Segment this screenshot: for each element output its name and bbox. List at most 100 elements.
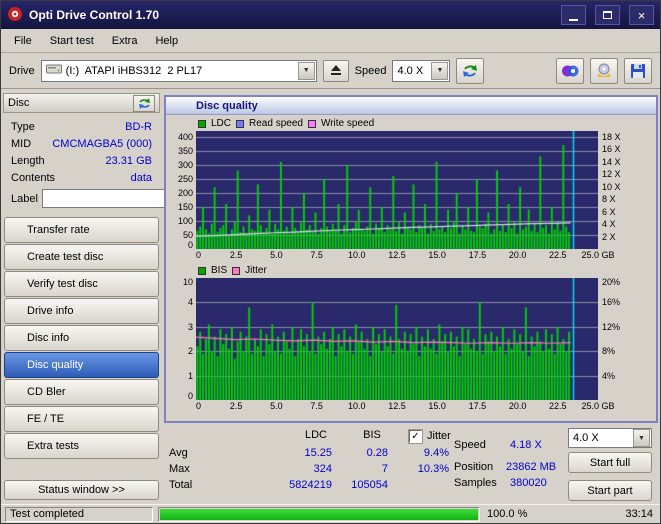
max-ldc-value: 324 <box>313 463 332 475</box>
check-icon: ✓ <box>411 430 420 442</box>
disc-burn-button[interactable] <box>590 57 618 84</box>
total-row-label: Total <box>169 479 193 491</box>
speed-stat-value: 4.18 X <box>510 439 542 451</box>
minimize-button[interactable] <box>561 5 586 25</box>
axis-tick-label: 4 X <box>602 219 616 230</box>
position-stat-label: Position <box>454 461 494 473</box>
sidebar-item-create-test-disc[interactable]: Create test disc <box>4 244 159 270</box>
disc-refresh-button[interactable] <box>133 94 155 112</box>
avg-jitter-value: 9.4% <box>423 447 449 459</box>
menu-help[interactable]: Help <box>146 31 187 51</box>
axis-tick-label: 15.0 <box>428 250 446 260</box>
max-jitter-value: 10.3% <box>417 463 449 475</box>
bottom-chart-legend: BIS Jitter <box>198 264 656 277</box>
drive-icon <box>45 64 62 77</box>
axis-tick-label: 22.5 <box>549 401 567 411</box>
sidebar-item-fe-te[interactable]: FE / TE <box>4 406 159 432</box>
speed-stat-label: Speed <box>454 439 486 451</box>
menu-extra[interactable]: Extra <box>103 31 147 51</box>
save-button[interactable] <box>624 57 652 84</box>
axis-tick-label: 10.0 <box>348 401 366 411</box>
disc-info: Type BD-R MID CMCMAGBA5 (000) Length 23.… <box>3 113 212 210</box>
disc-compare-button[interactable] <box>556 57 584 84</box>
disc-panel-header: Disc <box>3 93 160 113</box>
axis-tick-label: 20.0 <box>508 250 527 260</box>
close-button[interactable]: × <box>629 5 654 25</box>
axis-tick-label: 14 X <box>602 156 621 167</box>
axis-tick-label: 8% <box>602 346 616 357</box>
label-row: Label <box>11 189 212 208</box>
app-icon <box>7 6 23 25</box>
statusbar: Test completed 100.0 % 33:14 <box>1 504 660 523</box>
axis-tick-label: 12.5 <box>388 401 406 411</box>
drive-select[interactable]: (I:) ATAPI iHBS312 2 PL17 ▼ <box>40 59 317 82</box>
axis-tick-label: 200 <box>177 187 193 198</box>
axis-tick-label: 8 X <box>602 194 616 205</box>
speed-select-value: 4.0 X <box>397 64 424 77</box>
position-stat-value: 23862 MB <box>506 461 557 473</box>
avg-bis-value: 0.28 <box>366 447 388 459</box>
progress-percent: 100.0 % <box>487 508 528 520</box>
toolbar: Drive (I:) ATAPI iHBS312 2 PL17 ▼ Speed … <box>1 53 660 89</box>
ldc-chart-canvas <box>196 131 598 249</box>
axis-tick-label: 25.0 GB <box>581 250 615 260</box>
speed-select[interactable]: 4.0 X ▼ <box>392 59 451 82</box>
jitter-legend-label: Jitter <box>245 265 267 276</box>
top-chart-x-axis: 0 2.5 5.0 7.5 10.0 12.5 15.0 17.5 20.0 22.5 25.0 G… <box>196 249 615 262</box>
axis-tick-label: 6 X <box>602 206 616 217</box>
refresh-button[interactable] <box>456 57 485 84</box>
axis-tick-label: 17.5 <box>468 250 487 260</box>
start-full-button[interactable]: Start full <box>568 452 652 473</box>
menu-start-test[interactable]: Start test <box>41 31 103 51</box>
sidebar-item-cd-bler[interactable]: CD Bler <box>4 379 159 405</box>
info-label: Type <box>11 120 35 133</box>
axis-tick-label: 2 <box>187 346 193 357</box>
axis-tick-label: 2 X <box>602 231 616 242</box>
eject-button[interactable] <box>322 59 349 82</box>
chevron-down-icon: ▼ <box>633 429 650 447</box>
axis-tick-label: 10 X <box>602 181 621 192</box>
info-label: MID <box>11 137 32 150</box>
samples-stat-value: 380020 <box>510 477 547 489</box>
speed-label: Speed <box>354 64 387 77</box>
bottom-chart-left-axis: 10 4 3 2 1 0 <box>166 277 196 401</box>
bis-jitter-chart-canvas <box>196 278 598 400</box>
info-value: BD-R <box>125 120 152 133</box>
sidebar-item-disc-quality[interactable]: Disc quality <box>4 352 159 378</box>
sidebar: Disc Type BD-R MID CMCMAGBA5 (000) Lengt… <box>1 89 212 506</box>
jitter-checkbox-label: Jitter <box>427 430 451 442</box>
axis-tick-label: 12 X <box>602 169 621 180</box>
app-window: Opti Drive Control 1.70 × File Start tes… <box>0 0 661 524</box>
jitter-checkbox[interactable]: ✓ <box>408 429 423 444</box>
bottom-chart-row: 10 4 3 2 1 0 20% 16% 12% 8% 4% <box>166 277 656 401</box>
disc-info-row-contents: Contents data <box>11 169 152 186</box>
axis-tick-label: 0 <box>187 240 193 250</box>
sidebar-item-verify-test-disc[interactable]: Verify test disc <box>4 271 159 297</box>
disc-info-row-type: Type BD-R <box>11 118 152 135</box>
axis-tick-label: 18 X <box>602 131 621 142</box>
discs-icon <box>562 65 579 76</box>
sidebar-item-extra-tests[interactable]: Extra tests <box>4 433 159 459</box>
start-part-button[interactable]: Start part <box>568 480 652 501</box>
max-bis-value: 7 <box>381 463 388 475</box>
axis-tick-label: 22.5 <box>549 250 567 260</box>
menu-file[interactable]: File <box>5 31 41 51</box>
axis-tick-label: 2.5 <box>229 250 243 260</box>
sidebar-item-drive-info[interactable]: Drive info <box>4 298 159 324</box>
axis-tick-label: 4 <box>187 297 193 308</box>
axis-tick-label: 15.0 <box>428 401 446 411</box>
bottom-chart-right-axis: 20% 16% 12% 8% 4% <box>598 277 654 400</box>
total-ldc-value: 5824219 <box>289 479 332 491</box>
window-title: Opti Drive Control 1.70 <box>29 8 160 22</box>
write-speed-select[interactable]: 4.0 X ▼ <box>568 428 652 448</box>
info-label: Contents <box>11 171 56 184</box>
menubar: File Start test Extra Help <box>1 29 660 53</box>
sidebar-item-disc-info[interactable]: Disc info <box>4 325 159 351</box>
save-icon <box>631 63 645 78</box>
info-value: 23.31 GB <box>105 154 152 167</box>
sidebar-item-transfer-rate[interactable]: Transfer rate <box>4 217 159 243</box>
write-speed-value: 4.0 X <box>573 432 599 444</box>
drive-select-value: (I:) ATAPI iHBS312 2 PL17 <box>65 64 203 77</box>
status-window-button[interactable]: Status window >> <box>4 480 159 500</box>
maximize-button[interactable] <box>595 5 620 25</box>
